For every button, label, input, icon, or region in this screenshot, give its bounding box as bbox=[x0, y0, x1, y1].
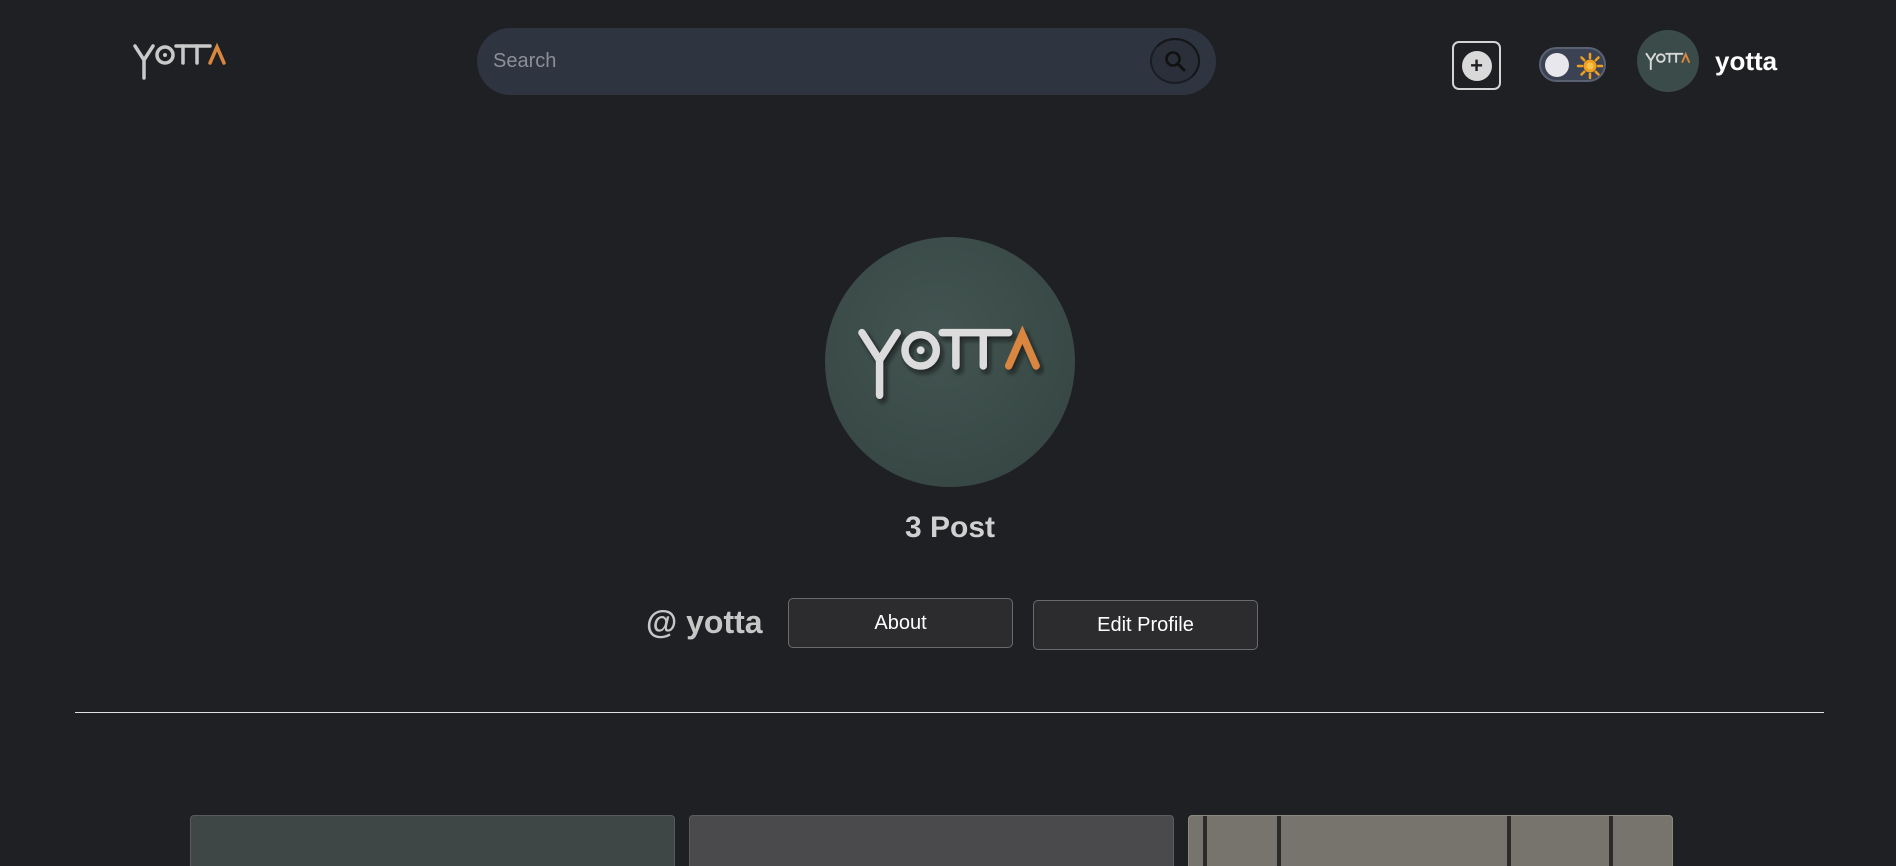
yotta-logo-icon bbox=[133, 42, 226, 80]
divider bbox=[75, 712, 1824, 713]
search-icon bbox=[1165, 51, 1186, 72]
search-input[interactable] bbox=[493, 28, 1113, 95]
edit-profile-button[interactable]: Edit Profile bbox=[1033, 600, 1258, 650]
logo[interactable] bbox=[132, 38, 228, 84]
post-card[interactable] bbox=[689, 815, 1174, 866]
post-image-detail bbox=[1609, 816, 1613, 866]
profile-handle: @ yotta bbox=[646, 604, 763, 640]
search-bar bbox=[477, 28, 1216, 95]
about-button[interactable]: About bbox=[788, 598, 1013, 648]
post-image-detail bbox=[1507, 816, 1511, 866]
toggle-knob bbox=[1545, 53, 1569, 77]
post-image-detail bbox=[1277, 816, 1281, 866]
post-count: 3 Post bbox=[904, 511, 996, 544]
profile-page: + bbox=[0, 0, 1896, 866]
yotta-logo-icon bbox=[1645, 51, 1690, 71]
sun-icon bbox=[1576, 52, 1604, 80]
profile-avatar bbox=[825, 237, 1075, 487]
post-card[interactable] bbox=[190, 815, 675, 866]
yotta-logo-icon bbox=[858, 325, 1040, 399]
header-username[interactable]: yotta bbox=[1715, 46, 1777, 77]
search-button[interactable] bbox=[1150, 38, 1200, 84]
post-card[interactable] bbox=[1188, 815, 1673, 866]
avatar[interactable] bbox=[1637, 30, 1699, 92]
theme-toggle[interactable] bbox=[1539, 47, 1606, 82]
create-post-button[interactable]: + bbox=[1452, 41, 1501, 90]
plus-circle-icon: + bbox=[1461, 50, 1492, 81]
post-image-detail bbox=[1203, 816, 1207, 866]
